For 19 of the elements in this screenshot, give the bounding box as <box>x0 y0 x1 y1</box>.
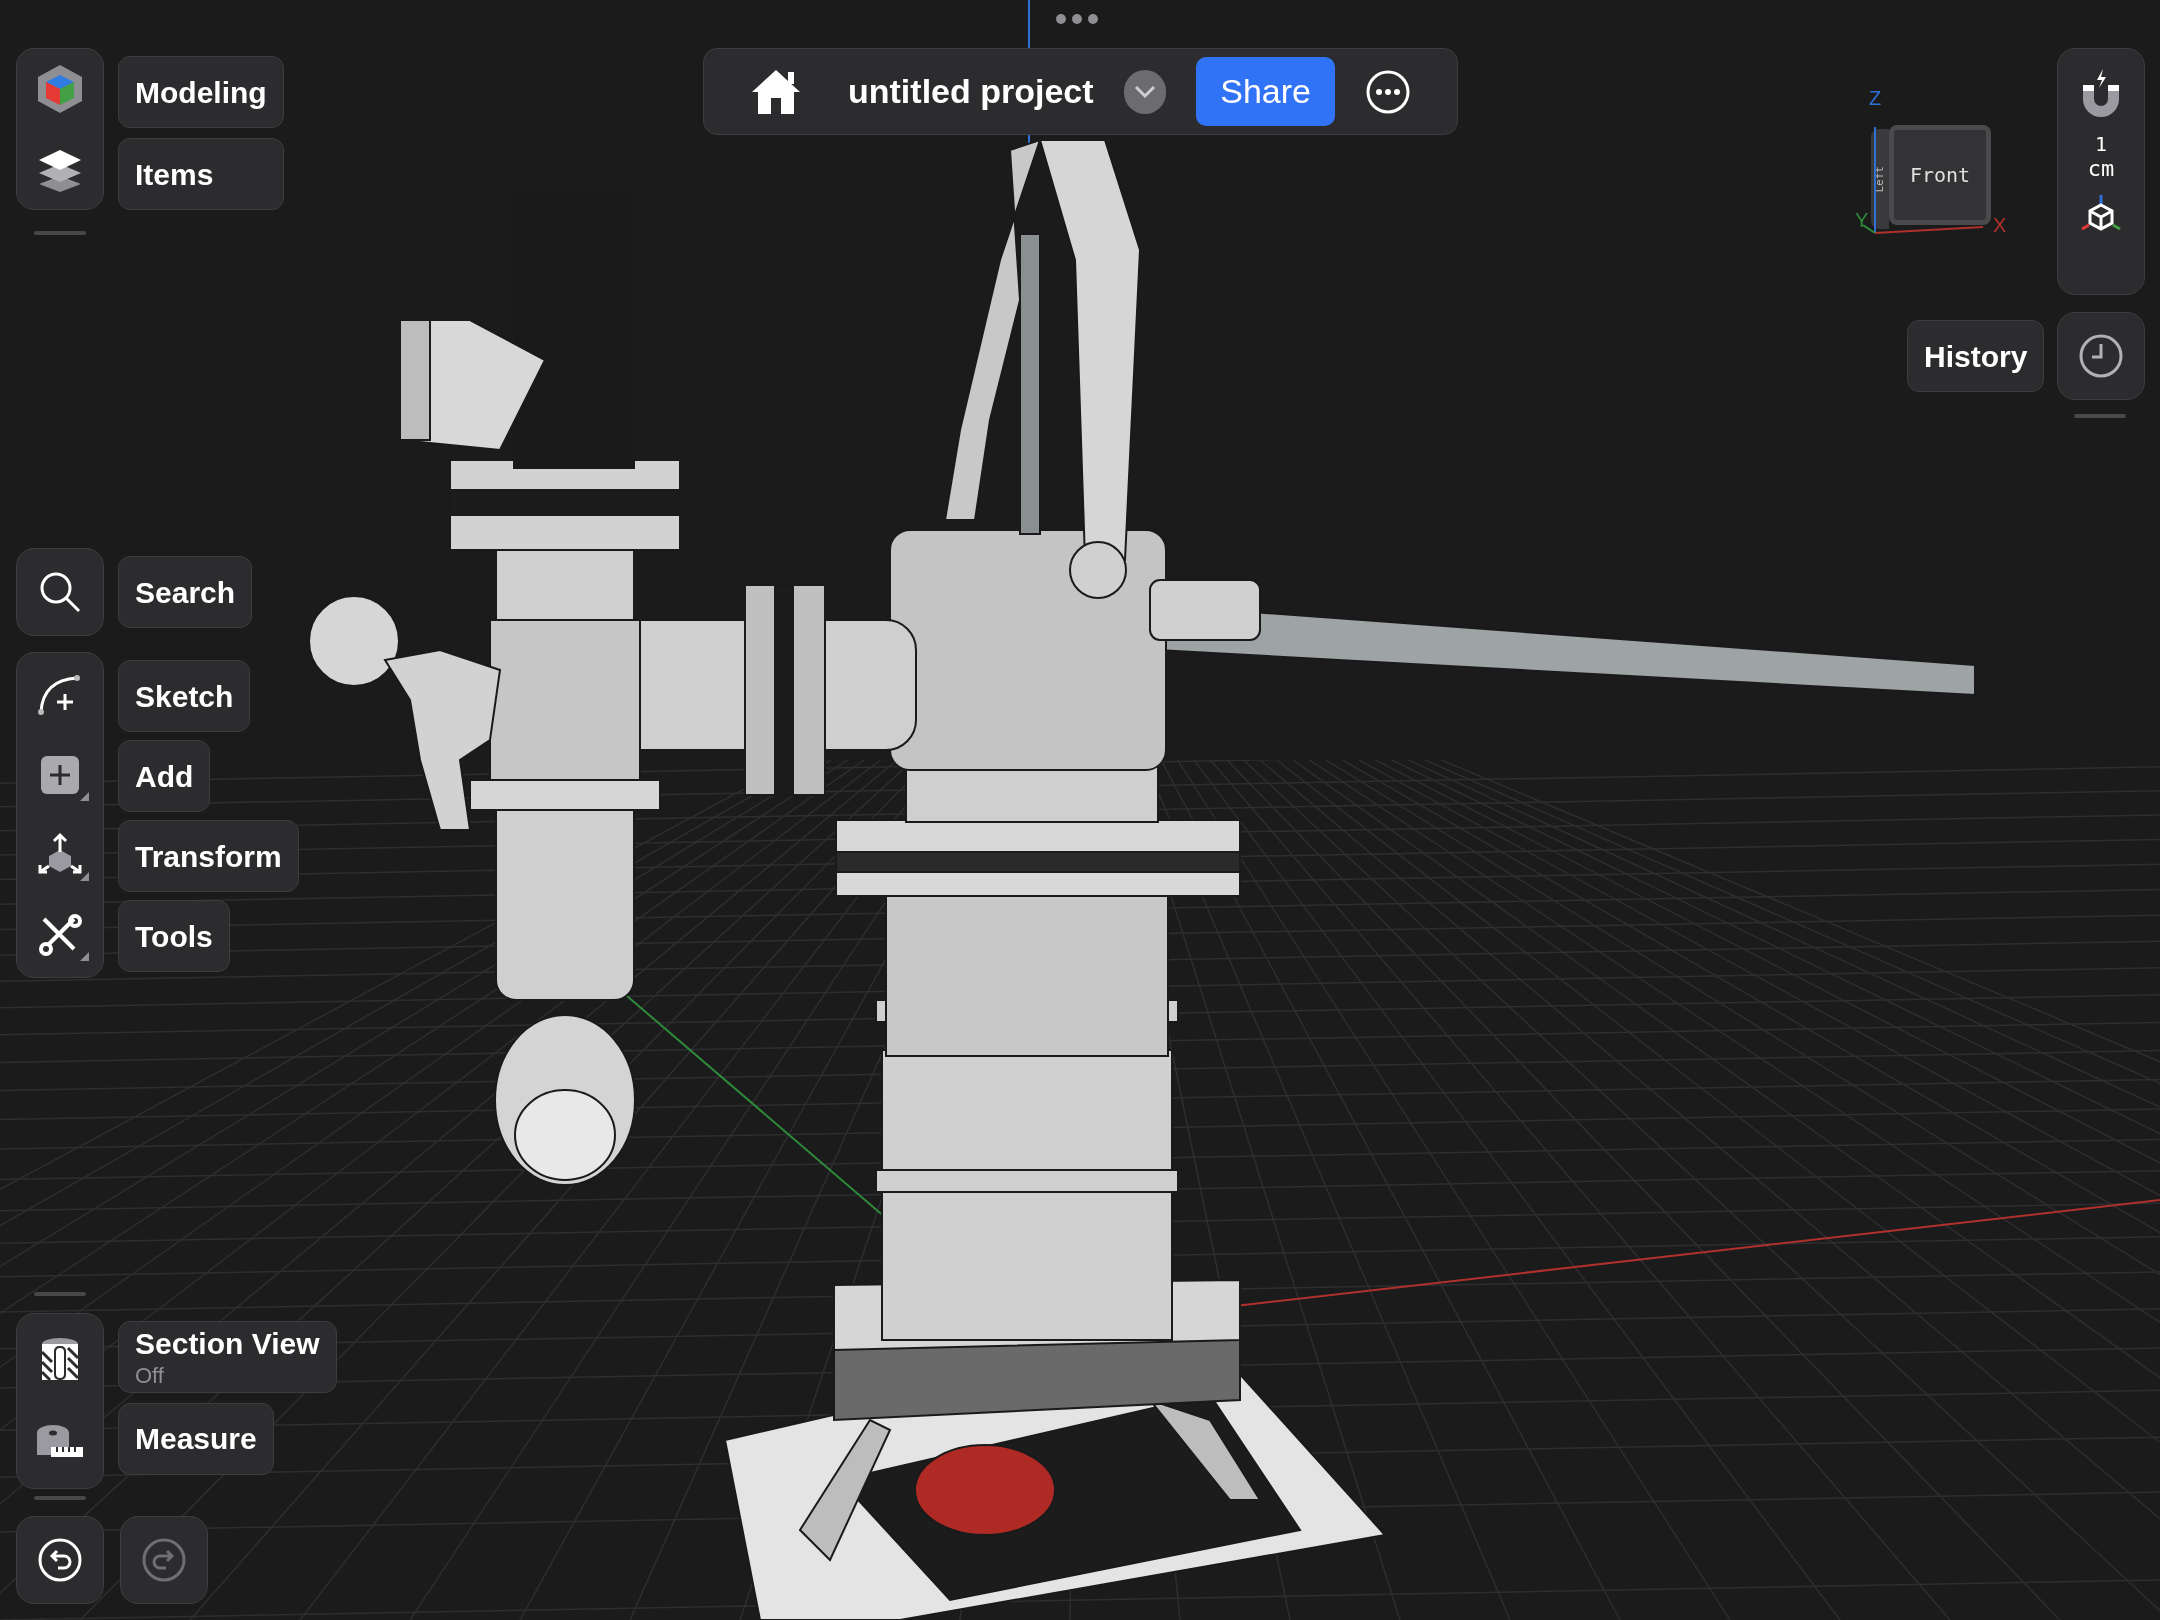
tool-label: Tools <box>118 900 230 972</box>
tool-label: Section View Off <box>118 1321 337 1393</box>
tool-label: Measure <box>118 1403 274 1475</box>
status-text: Off <box>135 1362 165 1390</box>
tool-label: Sketch <box>118 660 251 732</box>
cube-front-face[interactable]: Front <box>1889 125 1991 225</box>
z-axis-label: Z <box>1869 86 1882 111</box>
share-button[interactable]: Share <box>1196 57 1335 126</box>
x-axis-label: X <box>1993 213 2007 238</box>
tool-label: History <box>1907 320 2045 392</box>
y-axis-label: Y <box>1855 208 1869 233</box>
tool-label: Add <box>118 740 211 812</box>
cube-front-label: Front <box>1909 162 1971 189</box>
grid-size-button[interactable]: 1 cm <box>2087 133 2115 182</box>
tool-label: Modeling <box>118 56 284 128</box>
tool-label: Search <box>118 556 253 628</box>
project-title: untitled project <box>848 71 1094 112</box>
tool-label: Transform <box>118 820 299 892</box>
tool-label: Items <box>118 138 284 210</box>
